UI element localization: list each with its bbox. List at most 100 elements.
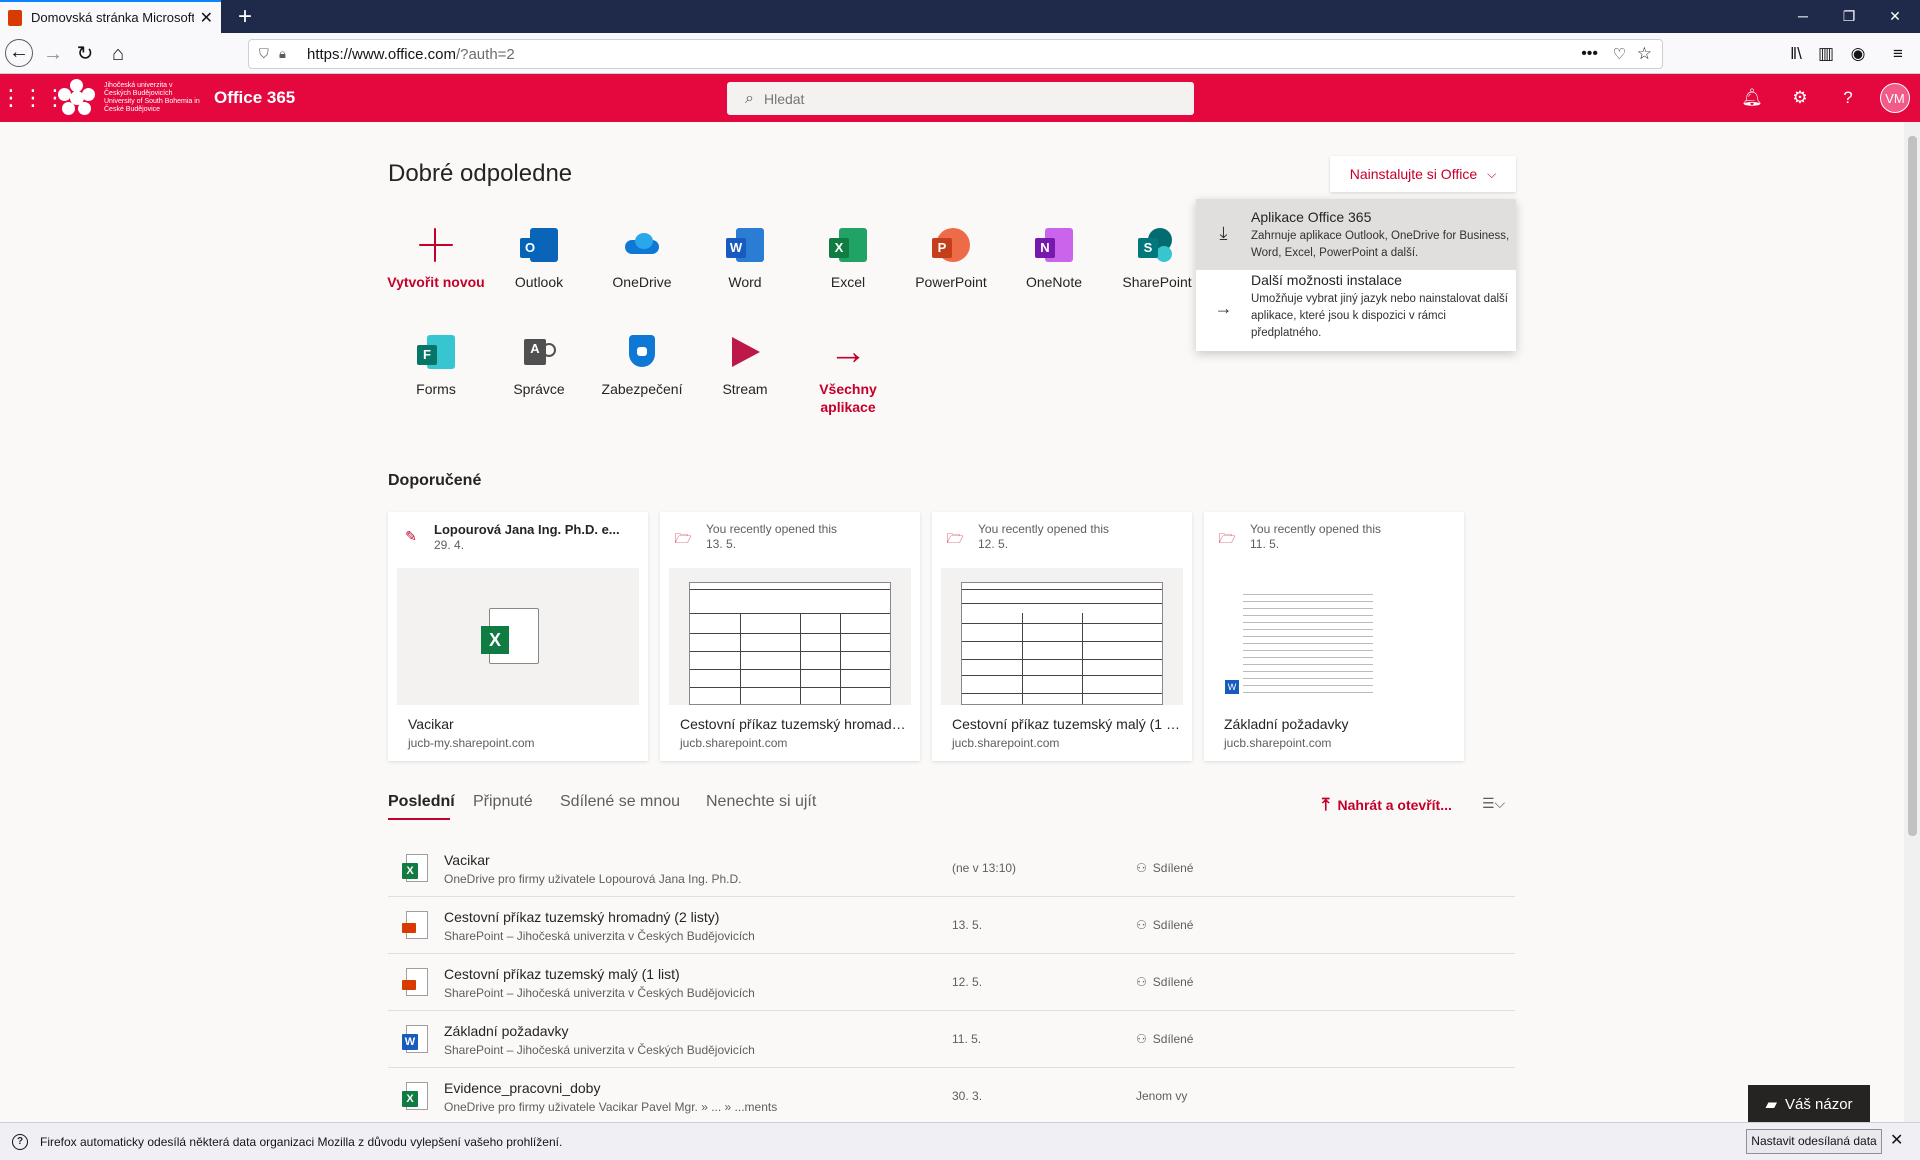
url-bar[interactable]: ⛉ 🔒︎ https://www.office.com/?auth=2 ••• … [248, 39, 1663, 69]
card-file-name: Vacikar [408, 716, 454, 732]
notification-text: Firefox automaticky odesílá některá data… [40, 1134, 563, 1149]
new-tab-button[interactable]: + [230, 2, 260, 32]
bell-icon[interactable]: 🔔︎ [1728, 74, 1776, 122]
app-create-new[interactable]: Vytvořit novou [386, 226, 486, 291]
office-header: ⋮⋮⋮ Jihočeská univerzita v Českých Buděj… [0, 74, 1920, 122]
card-thumbnail: W [1213, 568, 1455, 705]
tab-recent[interactable]: Poslední [388, 793, 455, 811]
app-label: SharePoint [1122, 274, 1192, 290]
recommended-card[interactable]: 🗁 You recently opened this 13. 5. Cestovní… [660, 512, 920, 761]
pocket-icon[interactable]: ♡ [1613, 45, 1626, 63]
account-icon[interactable]: ◉ [1846, 39, 1870, 69]
card-activity: You recently opened this [978, 522, 1109, 536]
app-admin[interactable]: A Správce [489, 333, 589, 398]
gear-icon[interactable]: ⚙ [1776, 74, 1824, 122]
app-label: OneDrive [612, 274, 672, 290]
recommended-card[interactable]: 🗁 You recently opened this 11. 5. W Základ… [1204, 512, 1464, 761]
file-name[interactable]: Vacikar [444, 852, 490, 868]
app-forms[interactable]: F Forms [386, 333, 486, 398]
app-stream[interactable]: Stream [695, 333, 795, 398]
file-location: SharePoint – Jihočeská univerzita v Česk… [444, 929, 755, 943]
scrollbar-thumb[interactable] [1908, 136, 1917, 836]
app-security[interactable]: Zabezpečení [592, 333, 692, 398]
app-label: Stream [722, 381, 768, 397]
avatar[interactable]: VM [1880, 83, 1910, 113]
table-row[interactable]: Cestovní příkaz tuzemský malý (1 list) S… [388, 954, 1515, 1011]
search-box[interactable]: ⌕ [727, 82, 1194, 115]
install-menu-item-office365[interactable]: ⤓ Aplikace Office 365 Zahrnuje aplikace O… [1196, 199, 1516, 270]
app-label: PowerPoint [915, 274, 987, 290]
app-excel[interactable]: X Excel [798, 226, 898, 291]
upload-label: Nahrát a otevřít... [1337, 797, 1452, 813]
sharing-label: Sdílené [1152, 918, 1194, 932]
forward-button[interactable]: → [38, 39, 68, 69]
feedback-button[interactable]: ▰ Váš názor [1748, 1085, 1870, 1123]
close-window-button[interactable]: ✕ [1872, 0, 1918, 33]
menu-icon[interactable]: ≡ [1886, 39, 1910, 69]
file-date: 11. 5. [952, 1032, 982, 1046]
table-row[interactable]: Cestovní příkaz tuzemský hromadný (2 lis… [388, 897, 1515, 954]
app-onenote[interactable]: N OneNote [1004, 226, 1104, 291]
close-icon[interactable]: ✕ [1890, 1130, 1903, 1150]
card-date: 13. 5. [706, 537, 737, 551]
table-row[interactable]: W Základní požadavky SharePoint – Jihoče… [388, 1011, 1515, 1068]
file-date: 13. 5. [952, 918, 983, 932]
file-name[interactable]: Evidence_pracovni_doby [444, 1080, 600, 1096]
app-word[interactable]: W Word [695, 226, 795, 291]
app-all-apps[interactable]: → Všechny aplikace [798, 333, 898, 416]
app-powerpoint[interactable]: P PowerPoint [901, 226, 1001, 291]
sidebar-icon[interactable]: ▥ [1814, 39, 1838, 69]
upload-open-button[interactable]: ⤒ Nahrát a otevřít... [1322, 795, 1452, 815]
pdf-file-icon [402, 911, 428, 941]
recommended-card[interactable]: 🗁 You recently opened this 12. 5. Cestovní… [932, 512, 1192, 761]
help-icon[interactable]: ? [1824, 74, 1872, 122]
people-icon: ⚇ [1136, 861, 1147, 875]
tab-pinned[interactable]: Připnuté [473, 793, 533, 811]
data-settings-button[interactable]: Nastavit odesílaná data [1746, 1129, 1882, 1154]
search-input[interactable] [763, 90, 945, 107]
file-name[interactable]: Základní požadavky [444, 1023, 569, 1039]
app-label: Zabezpečení [601, 381, 683, 397]
card-file-name: Základní požadavky [1224, 716, 1349, 732]
home-button[interactable]: ⌂ [103, 39, 133, 69]
restore-button[interactable]: ❐ [1826, 0, 1872, 33]
card-activity: You recently opened this [1250, 522, 1381, 536]
university-logo[interactable]: Jihočeská univerzita v Českých Budějovic… [58, 79, 200, 117]
close-tab-icon[interactable]: ✕ [200, 8, 213, 28]
shield-icon[interactable]: ⛉ [259, 46, 277, 62]
logo-text: Jihočeská univerzita v Českých Budějovic… [104, 82, 200, 113]
back-button[interactable]: ← [5, 39, 33, 67]
app-label: Word [728, 274, 762, 290]
card-location: jucb.sharepoint.com [952, 736, 1060, 750]
card-date: 11. 5. [1250, 537, 1280, 551]
tab-shared[interactable]: Sdílené se mnou [560, 793, 680, 811]
table-row[interactable]: X Vacikar OneDrive pro firmy uživatele L… [388, 840, 1515, 897]
app-launcher-icon[interactable]: ⋮⋮⋮ [0, 74, 66, 122]
brand-title[interactable]: Office 365 [214, 88, 295, 108]
table-row[interactable]: X Evidence_pracovni_doby OneDrive pro fi… [388, 1068, 1515, 1125]
install-menu-item-other[interactable]: → Další možnosti instalace Umožňuje vybra… [1196, 270, 1516, 351]
minimize-button[interactable]: ─ [1780, 0, 1826, 33]
app-outlook[interactable]: O Outlook [489, 226, 589, 291]
app-onedrive[interactable]: OneDrive [592, 226, 692, 291]
bookmark-star-icon[interactable]: ☆ [1637, 44, 1652, 64]
lock-icon[interactable]: 🔒︎ [279, 46, 297, 62]
upload-icon: ⤒ [1322, 795, 1330, 814]
file-location: OneDrive pro firmy uživatele Vacikar Pav… [444, 1100, 778, 1114]
sharing-label: Sdílené [1152, 1032, 1194, 1046]
install-office-button[interactable]: Nainstalujte si Office ⌵ [1330, 156, 1516, 192]
card-activity: You recently opened this [706, 522, 837, 536]
recommended-card[interactable]: ✎ Lopourová Jana Ing. Ph.D. e... 29. 4. X … [388, 512, 648, 761]
app-sharepoint[interactable]: S SharePoint [1107, 226, 1207, 291]
library-icon[interactable]: ‖\ [1784, 39, 1808, 69]
file-name[interactable]: Cestovní příkaz tuzemský hromadný (2 lis… [444, 909, 719, 925]
tab-discover[interactable]: Nenechte si ujít [706, 793, 816, 811]
file-name[interactable]: Cestovní příkaz tuzemský malý (1 list) [444, 966, 680, 982]
browser-tab[interactable]: Domovská stránka Microsoft O ✕ [0, 0, 221, 33]
excel-file-icon: X [402, 1082, 428, 1112]
url-text[interactable]: https://www.office.com/?auth=2 [307, 46, 515, 63]
sort-icon[interactable]: ☰⌵ [1482, 795, 1505, 812]
page-actions-icon[interactable]: ••• [1581, 45, 1598, 63]
onedrive-icon [623, 226, 661, 264]
reload-button[interactable]: ↻ [70, 39, 100, 69]
